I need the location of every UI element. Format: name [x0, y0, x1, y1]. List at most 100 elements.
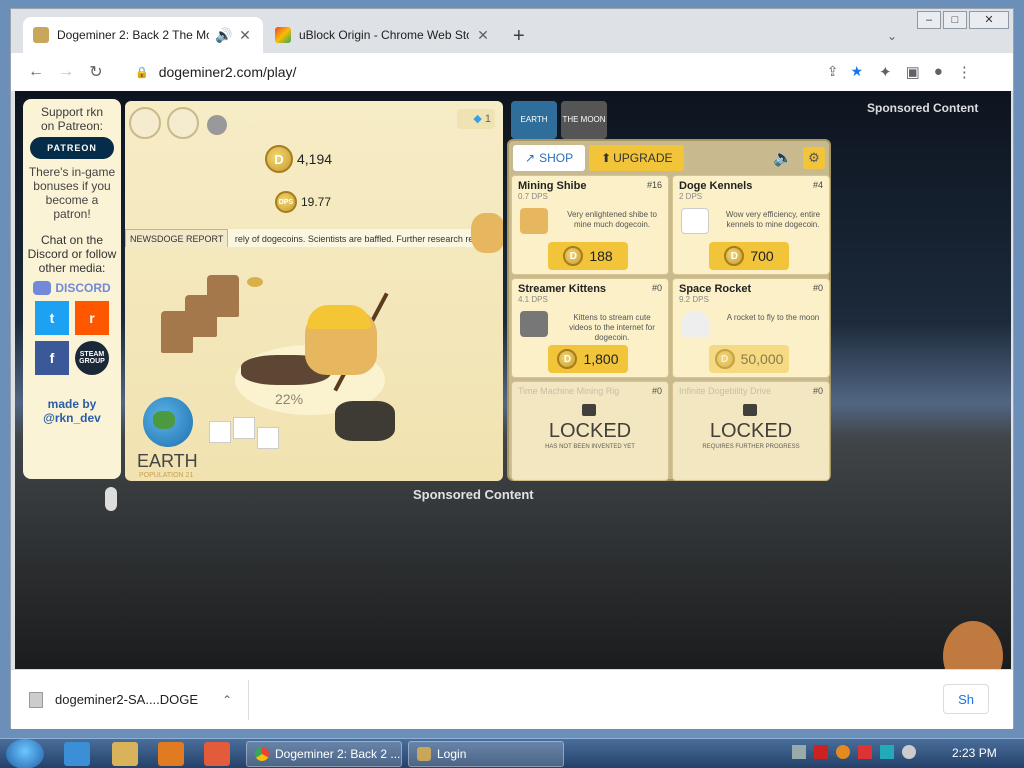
- new-tab-icon[interactable]: +: [513, 25, 525, 48]
- shop-item-space-rocket[interactable]: Space Rocket 9.2 DPS #0 A rocket to fly …: [672, 278, 830, 378]
- item-price: 188: [589, 248, 613, 264]
- coin-total: D 4,194: [265, 145, 332, 173]
- back-icon[interactable]: ←: [21, 63, 51, 81]
- reload-icon[interactable]: ↻: [81, 62, 111, 82]
- planet-name: EARTH: [137, 451, 198, 471]
- tray-volume-icon[interactable]: [902, 745, 916, 759]
- patron-bonus-text: There's in-game bonuses if you become a …: [28, 165, 116, 221]
- item-name: Space Rocket: [679, 283, 752, 295]
- url-text[interactable]: dogeminer2.com/play/: [159, 64, 297, 80]
- sound-icon[interactable]: 🔈: [773, 148, 793, 168]
- bookmark-star-icon[interactable]: ★: [850, 63, 863, 80]
- buy-button[interactable]: D 188: [548, 242, 628, 270]
- item-price: 1,800: [583, 351, 619, 367]
- support-text: Support rkn: [40, 105, 104, 119]
- tray-v-icon[interactable]: [814, 745, 828, 759]
- pickaxe-tool-icon[interactable]: [129, 107, 161, 139]
- browser-window: Dogeminer 2: Back 2 The Moon 🔊 ✕ uBlock …: [10, 8, 1014, 729]
- tab-strip: Dogeminer 2: Back 2 The Moon 🔊 ✕ uBlock …: [11, 9, 1013, 53]
- woof-tool-icon[interactable]: [167, 107, 199, 139]
- world-tab-earth[interactable]: EARTH: [511, 101, 557, 139]
- item-dps: 9.2 DPS: [679, 295, 709, 304]
- facebook-icon[interactable]: f: [35, 341, 69, 375]
- shop-item-doge-kennels[interactable]: Doge Kennels 2 DPS #4 Wow very efficienc…: [672, 175, 830, 275]
- pause-icon[interactable]: [207, 115, 227, 135]
- mining-progress: 22%: [275, 391, 304, 407]
- tab-upgrade-label: UPGRADE: [613, 151, 673, 165]
- start-button[interactable]: [6, 739, 44, 768]
- profile-icon[interactable]: ●: [934, 63, 943, 81]
- system-tray: [792, 745, 916, 759]
- tab-search-chevron-icon[interactable]: ⌄: [887, 29, 897, 43]
- dogecoin-icon: D: [563, 246, 584, 266]
- browser-toolbar: ← → ↻ 🔒 dogeminer2.com/play/ ⇪ ★ ✦ ▣ ● ⋮: [11, 53, 1013, 91]
- tray-network-icon[interactable]: [792, 745, 806, 759]
- steam-group-icon[interactable]: STEAM GROUP: [75, 341, 109, 375]
- discord-label: DISCORD: [55, 281, 111, 295]
- close-icon[interactable]: ✕: [475, 27, 491, 44]
- show-all-button[interactable]: Sh: [943, 684, 989, 714]
- address-bar[interactable]: 🔒 dogeminer2.com/play/ ⇪ ★: [123, 57, 863, 87]
- chevron-up-icon[interactable]: ⌃: [222, 693, 232, 707]
- item-desc: Kittens to stream cute videos to the int…: [569, 313, 655, 342]
- gear-icon[interactable]: ⚙: [803, 147, 825, 169]
- tab-ublock[interactable]: uBlock Origin - Chrome Web Store ✕: [265, 17, 501, 53]
- support-text-2: on Patreon:: [40, 119, 104, 133]
- twitter-icon[interactable]: t: [35, 301, 69, 335]
- buy-button[interactable]: D 50,000: [709, 345, 789, 373]
- world-tab-moon[interactable]: THE MOON: [561, 101, 607, 139]
- reddit-icon[interactable]: r: [75, 301, 109, 335]
- app-icon[interactable]: [204, 742, 230, 766]
- ie-icon[interactable]: [64, 742, 90, 766]
- minimize-button[interactable]: –: [917, 11, 941, 29]
- download-item[interactable]: dogeminer2-SA....DOGE ⌃: [29, 679, 250, 720]
- tab-upgrade[interactable]: ⬆ UPGRADE: [589, 145, 685, 171]
- game-area[interactable]: ◆ 1 D 4,194 DPS 19.77 NEWSDOGE REPORT re…: [125, 101, 503, 481]
- tab-dogeminer[interactable]: Dogeminer 2: Back 2 The Moon 🔊 ✕: [23, 17, 263, 53]
- maximize-button[interactable]: □: [943, 11, 967, 29]
- share-icon[interactable]: ⇪: [827, 63, 839, 80]
- webstore-favicon-icon: [275, 27, 291, 43]
- small-coin-icon: [247, 277, 263, 287]
- shop-header: ↗ SHOP ⬆ UPGRADE 🔈 ⚙: [509, 141, 829, 175]
- buy-button[interactable]: D 700: [709, 242, 789, 270]
- lock-icon[interactable]: 🔒: [135, 66, 149, 79]
- item-desc: A rocket to fly to the moon: [726, 313, 820, 322]
- forward-icon[interactable]: →: [51, 63, 81, 81]
- patreon-button[interactable]: PATREON: [30, 137, 114, 159]
- buy-button[interactable]: D 1,800: [548, 345, 628, 373]
- close-icon[interactable]: ✕: [237, 27, 253, 44]
- tray-monitor-icon[interactable]: [880, 745, 894, 759]
- extensions-icon[interactable]: ✦: [879, 63, 892, 81]
- side-panel-icon[interactable]: ▣: [906, 63, 920, 81]
- item-count: #0: [812, 283, 823, 293]
- download-filename[interactable]: dogeminer2-SA....DOGE: [55, 692, 198, 707]
- close-window-button[interactable]: ✕: [969, 11, 1009, 29]
- taskbar-chrome-button[interactable]: Dogeminer 2: Back 2 ...: [246, 741, 402, 767]
- shop-item-streamer-kittens[interactable]: Streamer Kittens 4.1 DPS #0 Kittens to s…: [511, 278, 669, 378]
- media-player-icon[interactable]: [158, 742, 184, 766]
- locked-reason: REQUIRES FURTHER PROGRESS: [702, 444, 800, 450]
- rocket-icon: [681, 311, 709, 337]
- tab-audio-icon[interactable]: 🔊: [215, 27, 232, 44]
- taskbar-label: Login: [437, 747, 467, 761]
- menu-kebab-icon[interactable]: ⋮: [957, 63, 972, 81]
- discord-link[interactable]: DISCORD: [23, 281, 121, 295]
- taskbar-label: Dogeminer 2: Back 2 ...: [275, 747, 401, 761]
- gem-counter[interactable]: ◆ 1: [457, 109, 495, 129]
- dps-badge-icon: DPS: [275, 191, 297, 213]
- tray-flag-icon[interactable]: [858, 745, 872, 759]
- shop-item-mining-shibe[interactable]: Mining Shibe 0.7 DPS #16 Very enlightene…: [511, 175, 669, 275]
- kennel-icon: [209, 421, 231, 443]
- tray-search-icon[interactable]: [836, 745, 850, 759]
- explorer-icon[interactable]: [112, 742, 138, 766]
- clock[interactable]: 2:23 PM: [952, 746, 997, 760]
- tab-shop[interactable]: ↗ SHOP: [513, 145, 586, 171]
- kennel-icon: [257, 427, 279, 449]
- dps-value: 19.77: [301, 195, 332, 209]
- earth-planet-icon[interactable]: [143, 397, 193, 447]
- item-count: #0: [812, 386, 823, 396]
- dev-handle-link[interactable]: @rkn_dev: [23, 411, 121, 425]
- item-dps: 4.1 DPS: [518, 295, 548, 304]
- taskbar-login-button[interactable]: Login: [408, 741, 564, 767]
